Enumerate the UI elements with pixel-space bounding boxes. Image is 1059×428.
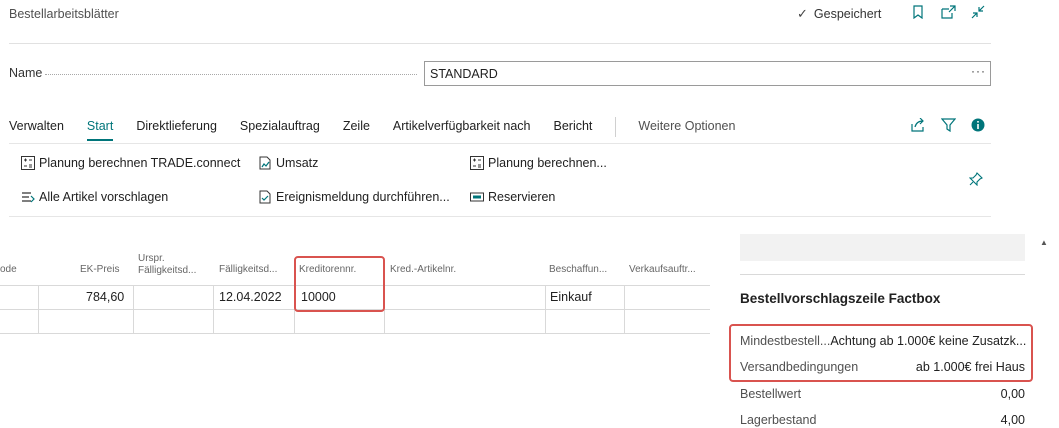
name-leader-dots	[45, 74, 417, 75]
cell-beschaffung[interactable]: Einkauf	[550, 290, 592, 304]
share-icon[interactable]	[910, 117, 926, 133]
col-header-faelligkeit[interactable]: Fälligkeitsd...	[219, 264, 277, 275]
checkmark-icon: ✓	[797, 6, 808, 21]
grid-col-divider	[545, 285, 546, 333]
action-reservieren[interactable]: Reservieren	[470, 190, 555, 204]
open-new-window-icon[interactable]	[940, 4, 956, 20]
grid-col-divider	[133, 285, 134, 333]
highlight-kreditorennr	[294, 256, 385, 312]
bookmark-icon[interactable]	[910, 4, 926, 20]
reserve-icon	[470, 190, 484, 204]
factbox-value[interactable]: 4,00	[1001, 413, 1025, 427]
menu-icons	[910, 117, 986, 133]
col-header-kred-artikelnr[interactable]: Kred.-Artikelnr.	[390, 264, 456, 275]
info-icon[interactable]	[970, 117, 986, 133]
menu-zeile[interactable]: Zeile	[343, 119, 370, 137]
pin-icon[interactable]	[968, 172, 983, 191]
action-umsatz-label: Umsatz	[276, 156, 319, 170]
action-planung-label: Planung berechnen...	[488, 156, 607, 170]
factbox-value[interactable]: 0,00	[1001, 387, 1025, 401]
action-umsatz[interactable]: Umsatz	[258, 156, 318, 170]
col-header-beschaffung[interactable]: Beschaffun...	[549, 264, 607, 275]
header-icons	[910, 4, 986, 20]
actions-top-divider	[9, 143, 991, 144]
save-status: ✓ Gespeichert	[797, 6, 881, 22]
cell-faelligkeit[interactable]: 12.04.2022	[219, 290, 282, 304]
name-label: Name	[9, 66, 43, 80]
factbox-row-bestellwert: Bestellwert 0,00	[740, 387, 1025, 401]
action-alle-artikel[interactable]: Alle Artikel vorschlagen	[21, 190, 168, 204]
menu-verwalten[interactable]: Verwalten	[9, 119, 64, 137]
cell-ek-preis[interactable]: 784,60	[86, 290, 124, 304]
col-header-verkaufsauftrag[interactable]: Verkaufsauftr...	[629, 264, 696, 275]
actions-bottom-divider	[9, 216, 991, 217]
action-menu: Verwalten Start Direktlieferung Speziala…	[9, 117, 758, 141]
action-planung-trade[interactable]: Planung berechnen TRADE.connect	[21, 156, 240, 170]
header-divider	[9, 43, 991, 44]
menu-weitere-optionen[interactable]: Weitere Optionen	[638, 119, 735, 137]
page-title: Bestellarbeitsblätter	[9, 7, 119, 21]
menu-start[interactable]: Start	[86, 119, 114, 141]
action-ereignismeldung[interactable]: Ereignismeldung durchführen...	[258, 190, 450, 204]
col-header-urspr-faelligkeit-2[interactable]: Fälligkeitsd...	[138, 265, 196, 276]
menu-divider	[615, 117, 617, 137]
factbox-label: Bestellwert	[740, 387, 802, 401]
highlight-factbox-conditions	[729, 324, 1033, 382]
grid-col-divider	[213, 285, 214, 333]
calculate-plan-icon	[21, 156, 35, 170]
col-header-urspr-faelligkeit-1[interactable]: Urspr.	[138, 253, 165, 264]
grid-col-divider	[38, 285, 39, 333]
menu-bericht[interactable]: Bericht	[554, 119, 593, 137]
factbox-title: Bestellvorschlagszeile Factbox	[740, 291, 941, 306]
carry-out-action-icon	[258, 190, 272, 204]
menu-artikelverfuegbarkeit[interactable]: Artikelverfügbarkeit nach	[393, 119, 531, 137]
col-header-code[interactable]: ode	[0, 264, 17, 275]
action-alle-artikel-label: Alle Artikel vorschlagen	[39, 190, 169, 204]
grid-divider	[0, 333, 710, 334]
sales-icon	[258, 156, 272, 170]
menu-direktlieferung[interactable]: Direktlieferung	[136, 119, 217, 137]
factbox-divider	[740, 274, 1025, 275]
calculate-plan-icon	[470, 156, 484, 170]
name-lookup-button[interactable]: ···	[971, 64, 986, 78]
filter-icon[interactable]	[940, 117, 956, 133]
scroll-up-icon[interactable]: ▲	[1040, 238, 1048, 247]
menu-spezialauftrag[interactable]: Spezialauftrag	[240, 119, 320, 137]
action-ereignismeldung-label: Ereignismeldung durchführen...	[276, 190, 450, 204]
saved-label: Gespeichert	[813, 7, 882, 21]
action-planung[interactable]: Planung berechnen...	[470, 156, 607, 170]
action-reservieren-label: Reservieren	[488, 190, 556, 204]
suggest-items-icon	[21, 190, 35, 204]
col-header-ek-preis[interactable]: EK-Preis	[80, 264, 119, 275]
factbox-label: Lagerbestand	[740, 413, 817, 427]
name-input[interactable]: STANDARD	[424, 61, 991, 86]
factbox-search-area[interactable]	[740, 234, 1025, 261]
factbox-row-lagerbestand: Lagerbestand 4,00	[740, 413, 1025, 427]
grid-col-divider	[624, 285, 625, 333]
collapse-icon[interactable]	[970, 4, 986, 20]
action-planung-trade-label: Planung berechnen TRADE.connect	[39, 156, 241, 170]
